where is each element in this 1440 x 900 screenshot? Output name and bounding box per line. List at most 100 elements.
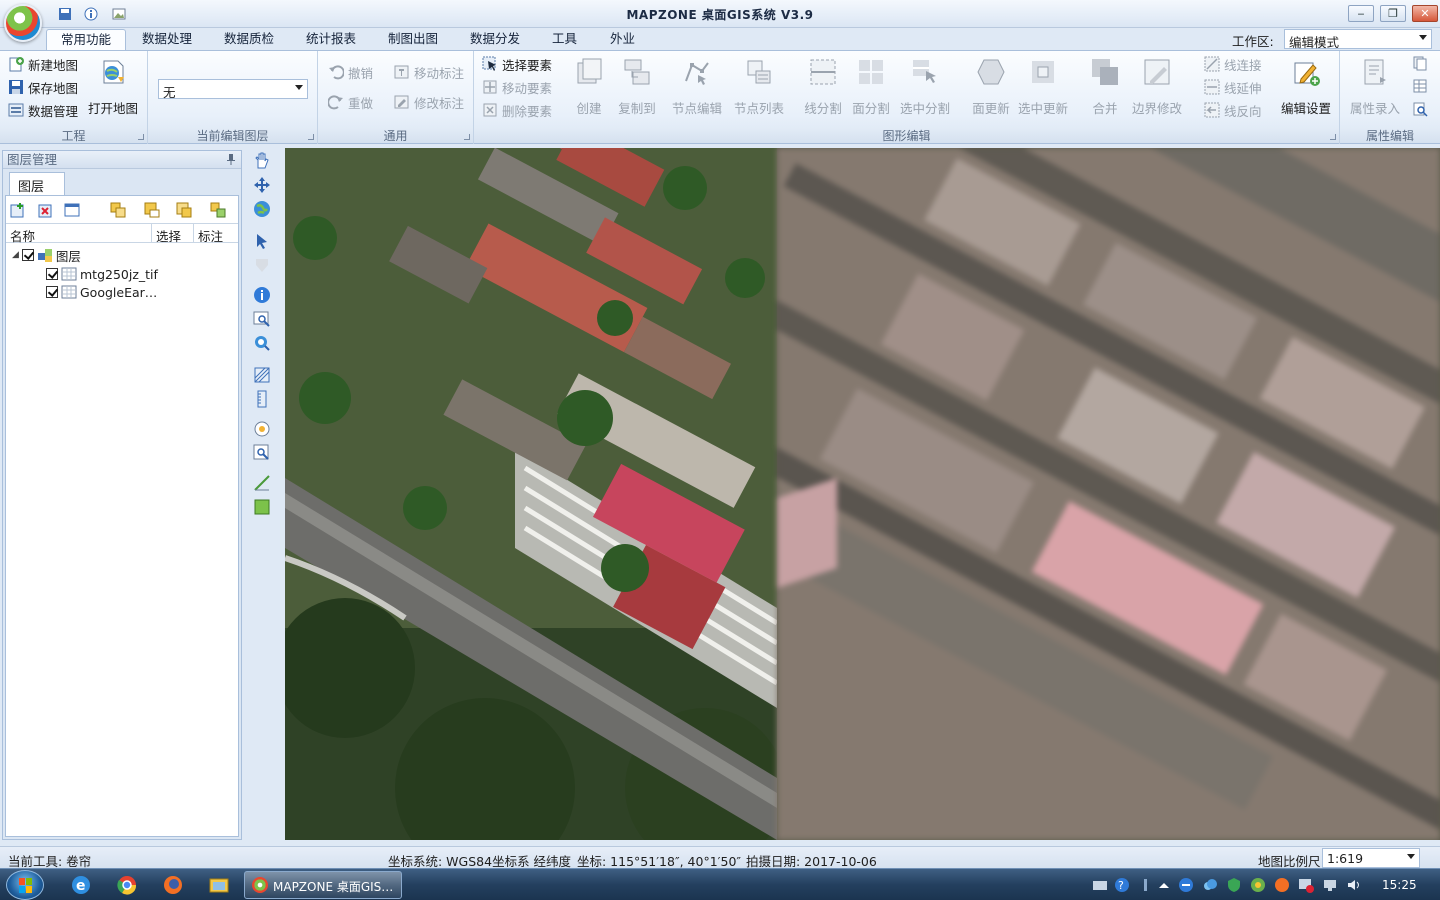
antivirus-icon[interactable]: [1250, 877, 1266, 893]
selected-update-button[interactable]: 选中更新: [1016, 55, 1070, 125]
tab-layers[interactable]: 图层: [9, 172, 65, 196]
root-checkbox[interactable]: [21, 249, 34, 261]
ie-browser-icon[interactable]: e: [70, 874, 92, 896]
edit-settings-button[interactable]: 编辑设置: [1276, 55, 1336, 125]
security-shield-icon[interactable]: [1226, 877, 1242, 893]
line-split-button[interactable]: 线分割: [796, 55, 850, 125]
layer-group-icon[interactable]: [210, 202, 226, 218]
tab-cartography[interactable]: 制图出图: [374, 29, 452, 50]
select-down-icon[interactable]: [253, 256, 271, 274]
close-button[interactable]: ✕: [1412, 5, 1438, 22]
poly-update-button[interactable]: 面更新: [964, 55, 1018, 125]
select-arrow-icon[interactable]: [253, 232, 271, 250]
expand-icon[interactable]: [308, 134, 314, 140]
move-label-button[interactable]: 移动标注: [394, 62, 464, 82]
line-extend-button[interactable]: 线延伸: [1204, 77, 1262, 97]
layer-top-icon[interactable]: [176, 202, 192, 218]
attr-copy-icon[interactable]: [1412, 55, 1428, 74]
draw-line-icon[interactable]: [253, 474, 271, 492]
measure-ruler-icon[interactable]: [253, 390, 271, 408]
taskbar-app-mapzone[interactable]: MAPZONE 桌面GIS…: [244, 871, 402, 899]
input-method-icon[interactable]: [1274, 877, 1290, 893]
copy-to-button[interactable]: 复制到: [610, 55, 664, 125]
selected-split-button[interactable]: 选中分割: [898, 55, 952, 125]
keyboard-icon[interactable]: [1092, 877, 1108, 893]
map-view[interactable]: [285, 148, 1440, 840]
layer-up-icon[interactable]: [110, 202, 126, 218]
minimize-button[interactable]: ‒: [1348, 5, 1374, 22]
attr-search-icon[interactable]: [1412, 101, 1428, 120]
expand-icon[interactable]: [138, 134, 144, 140]
line-reverse-button[interactable]: 线反向: [1204, 100, 1262, 120]
select-feature-button[interactable]: 选择要素: [482, 54, 552, 74]
tab-data-qc[interactable]: 数据质检: [210, 29, 288, 50]
column-name[interactable]: 名称: [6, 224, 152, 244]
restore-button[interactable]: ❐: [1380, 5, 1406, 22]
tab-data-distribution[interactable]: 数据分发: [456, 29, 534, 50]
file-explorer-icon[interactable]: [208, 874, 230, 896]
zoom-extent-icon[interactable]: [253, 444, 271, 462]
create-button[interactable]: 创建: [562, 55, 616, 125]
boundary-edit-button[interactable]: 边界修改: [1130, 55, 1184, 125]
scale-select[interactable]: 1:619: [1322, 848, 1420, 868]
remove-layer-icon[interactable]: [38, 202, 54, 218]
app-logo-icon[interactable]: [4, 4, 42, 42]
cloud-sync-icon[interactable]: [1202, 877, 1218, 893]
merge-button[interactable]: 合并: [1078, 55, 1132, 125]
clock[interactable]: 15:25: [1382, 878, 1417, 892]
zoom-window-icon[interactable]: [253, 310, 271, 328]
poly-split-button[interactable]: 面分割: [844, 55, 898, 125]
collapse-icon[interactable]: ◢: [12, 250, 19, 260]
layer-item[interactable]: mtg250jz_tif: [46, 265, 158, 283]
edit-label-button[interactable]: 修改标注: [394, 92, 464, 112]
tab-field-work[interactable]: 外业: [596, 29, 649, 50]
locate-icon[interactable]: [253, 420, 271, 438]
pin-icon[interactable]: [227, 154, 235, 165]
layer-group-root[interactable]: ◢ 图层: [12, 246, 81, 264]
help-icon[interactable]: ?: [1114, 877, 1130, 893]
expand-icon[interactable]: [464, 134, 470, 140]
column-select[interactable]: 选择: [152, 224, 194, 244]
layer-item[interactable]: GoogleEar…: [46, 283, 157, 301]
tab-common[interactable]: 常用功能: [46, 29, 127, 50]
info-icon[interactable]: [253, 286, 271, 304]
node-list-button[interactable]: 节点列表: [732, 55, 786, 125]
action-center-icon[interactable]: [1298, 877, 1314, 893]
add-layer-icon[interactable]: [10, 202, 26, 218]
draw-polygon-icon[interactable]: [253, 498, 271, 516]
start-button[interactable]: [6, 870, 44, 900]
attr-input-button[interactable]: 属性录入: [1344, 55, 1406, 125]
layer-down-icon[interactable]: [144, 202, 160, 218]
current-layer-select[interactable]: 无: [158, 79, 308, 100]
network-status-icon[interactable]: [1322, 877, 1338, 893]
save-map-button[interactable]: 保存地图: [8, 77, 78, 97]
open-map-button[interactable]: 打开地图: [86, 55, 140, 125]
node-edit-button[interactable]: 节点编辑: [670, 55, 724, 125]
new-map-button[interactable]: 新建地图: [8, 54, 78, 74]
redo-button[interactable]: 重做: [328, 92, 373, 112]
layer-properties-icon[interactable]: [64, 202, 80, 218]
zoom-globe-icon[interactable]: [253, 334, 271, 352]
line-connect-button[interactable]: 线连接: [1204, 54, 1262, 74]
chrome-browser-icon[interactable]: [116, 874, 138, 896]
network-app-icon[interactable]: [1178, 877, 1194, 893]
column-label[interactable]: 标注: [194, 224, 238, 244]
tab-statistics[interactable]: 统计报表: [292, 29, 370, 50]
tab-tools[interactable]: 工具: [538, 29, 591, 50]
workspace-select[interactable]: 编辑模式: [1284, 29, 1432, 50]
layer-visibility-checkbox[interactable]: [46, 268, 58, 280]
undo-button[interactable]: 撤销: [328, 62, 373, 82]
globe-icon[interactable]: [253, 200, 271, 218]
move-arrows-icon[interactable]: [253, 176, 271, 194]
pan-hand-icon[interactable]: [253, 152, 271, 170]
measure-area-icon[interactable]: [253, 366, 271, 384]
expand-icon[interactable]: [1330, 134, 1336, 140]
attr-table-icon[interactable]: [1412, 78, 1428, 97]
delete-feature-button[interactable]: 删除要素: [482, 100, 552, 120]
firefox-browser-icon[interactable]: [162, 874, 184, 896]
tab-data-processing[interactable]: 数据处理: [128, 29, 206, 50]
layer-visibility-checkbox[interactable]: [46, 286, 58, 298]
data-manage-button[interactable]: 数据管理: [8, 100, 78, 120]
tray-expand-icon[interactable]: [1156, 877, 1172, 893]
volume-icon[interactable]: [1346, 877, 1362, 893]
